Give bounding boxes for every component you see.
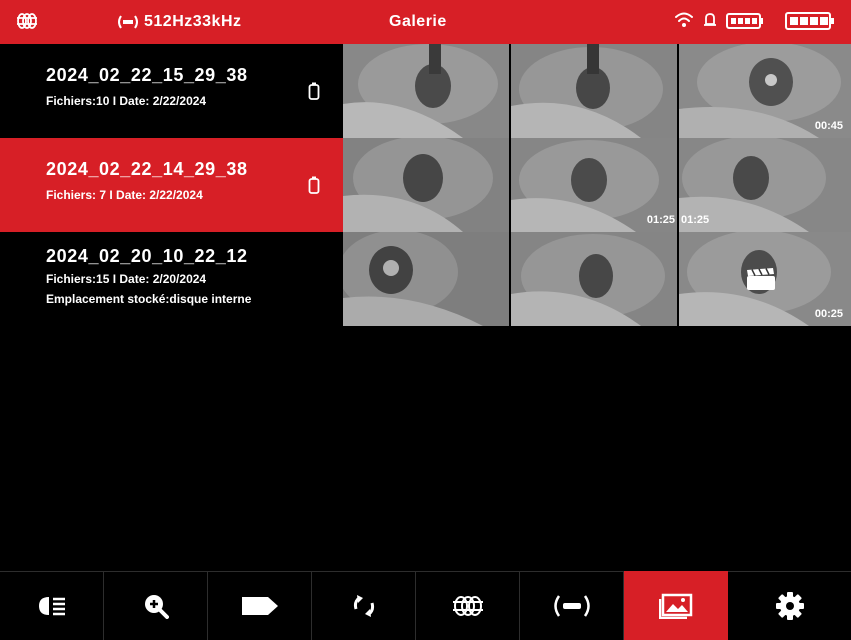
battery-full-icon bbox=[785, 12, 834, 30]
folder-meta: Fichiers:10 I Date: 2/22/2024 bbox=[46, 94, 207, 108]
video-thumbnail[interactable] bbox=[511, 232, 677, 326]
storage-location: Emplacement stocké:disque interne bbox=[46, 292, 252, 306]
folder-row[interactable]: 2024_02_22_15_29_38 Fichiers:10 I Date: … bbox=[0, 44, 851, 138]
headlight-icon bbox=[38, 597, 65, 616]
transmitter-icon bbox=[553, 595, 590, 617]
tag-icon bbox=[241, 597, 278, 615]
video-clapper-icon bbox=[747, 268, 775, 290]
settings-gear-icon bbox=[775, 592, 804, 620]
thumbnail-strip: 00:45 bbox=[343, 44, 851, 138]
thumbnail-strip: 00:25 bbox=[343, 232, 851, 326]
video-thumbnail[interactable] bbox=[511, 44, 677, 138]
bell-icon bbox=[704, 13, 716, 26]
thumbnail-strip: 01:25 01:25 bbox=[343, 138, 851, 232]
folder-meta: Fichiers:15 I Date: 2/20/2024 bbox=[46, 272, 207, 286]
pipe-image bbox=[343, 232, 509, 326]
bottom-toolbar bbox=[0, 571, 851, 640]
video-thumbnail[interactable] bbox=[343, 232, 509, 326]
video-duration: 01:25 bbox=[646, 214, 675, 226]
folder-meta: Fichiers: 7 I Date: 2/22/2024 bbox=[46, 188, 203, 202]
video-thumbnail[interactable]: 01:25 bbox=[511, 138, 677, 232]
pipe-image bbox=[343, 44, 509, 138]
video-thumbnail[interactable]: 01:25 bbox=[679, 138, 851, 232]
tag-button[interactable] bbox=[208, 571, 312, 640]
video-thumbnail[interactable]: 00:45 bbox=[679, 44, 851, 138]
rotate-icon bbox=[353, 595, 374, 617]
folder-list: 2024_02_22_15_29_38 Fichiers:10 I Date: … bbox=[0, 44, 851, 326]
zoom-in-button[interactable] bbox=[104, 571, 208, 640]
video-thumbnail[interactable] bbox=[343, 138, 509, 232]
pipe-image bbox=[511, 44, 677, 138]
folder-info[interactable]: 2024_02_20_10_22_12 Fichiers:15 I Date: … bbox=[0, 232, 343, 326]
pipe-image bbox=[343, 138, 509, 232]
video-duration: 00:25 bbox=[814, 308, 843, 320]
delete-icon[interactable] bbox=[308, 82, 320, 100]
settings-button[interactable] bbox=[728, 571, 851, 640]
page-title: Galerie bbox=[389, 13, 447, 30]
pipe-image bbox=[511, 232, 677, 326]
folder-name: 2024_02_20_10_22_12 bbox=[46, 246, 248, 266]
headlight-button[interactable] bbox=[0, 571, 104, 640]
status-bar: 512Hz33kHz Galerie bbox=[0, 0, 851, 44]
sonde-button[interactable] bbox=[416, 571, 520, 640]
zoom-in-icon bbox=[144, 595, 169, 619]
sonde-grid-icon bbox=[452, 596, 483, 616]
video-duration: 00:45 bbox=[814, 120, 843, 132]
folder-row-selected[interactable]: 2024_02_22_14_29_38 Fichiers: 7 I Date: … bbox=[0, 138, 851, 232]
video-thumbnail[interactable]: 00:25 bbox=[679, 232, 851, 326]
gallery-icon bbox=[658, 593, 692, 619]
folder-info[interactable]: 2024_02_22_14_29_38 Fichiers: 7 I Date: … bbox=[0, 138, 343, 232]
delete-icon[interactable] bbox=[308, 176, 320, 194]
wifi-icon bbox=[675, 12, 693, 27]
transmitter-button[interactable] bbox=[520, 571, 624, 640]
folder-info[interactable]: 2024_02_22_15_29_38 Fichiers:10 I Date: … bbox=[0, 44, 343, 138]
folder-row[interactable]: 2024_02_20_10_22_12 Fichiers:15 I Date: … bbox=[0, 232, 851, 326]
video-duration: 01:25 bbox=[681, 214, 710, 226]
video-thumbnail[interactable] bbox=[343, 44, 509, 138]
rotate-button[interactable] bbox=[312, 571, 416, 640]
folder-name: 2024_02_22_14_29_38 bbox=[46, 159, 248, 179]
frequency-label: 512Hz33kHz bbox=[144, 13, 242, 30]
folder-name: 2024_02_22_15_29_38 bbox=[46, 65, 248, 85]
sonde-grid-icon bbox=[17, 13, 37, 29]
gallery-button[interactable] bbox=[624, 571, 728, 640]
frequency-transmitter-icon bbox=[118, 15, 138, 29]
battery-icon bbox=[726, 13, 763, 29]
